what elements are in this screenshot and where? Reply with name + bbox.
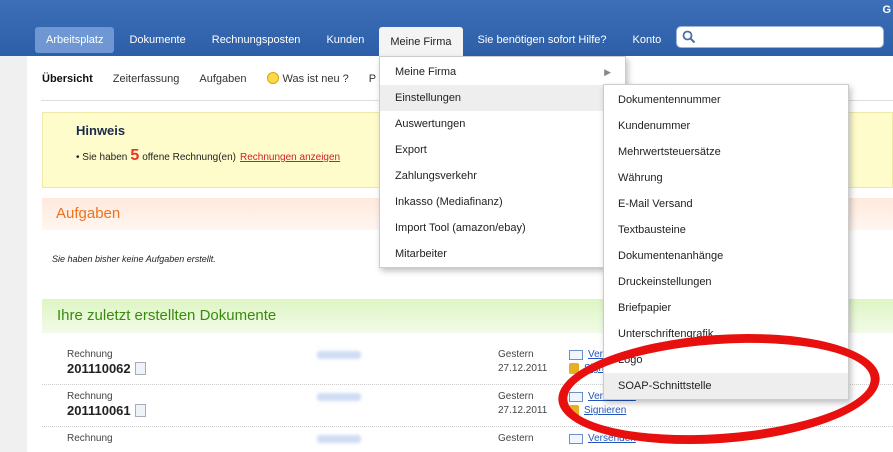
subnav-was-ist-neu-label: Was ist neu ?: [282, 73, 349, 85]
menu-item-auswertungen[interactable]: Auswertungen: [380, 111, 625, 137]
tasks-empty-text: Sie haben bisher keine Aufgaben erstellt…: [52, 254, 216, 264]
nav-arbeitsplatz[interactable]: Arbeitsplatz: [35, 27, 115, 53]
doc-number-text: 201110062: [67, 361, 131, 376]
menu-item-import-tool[interactable]: Import Tool (amazon/ebay): [380, 215, 625, 241]
documents-title: Ihre zuletzt erstellten Dokumente: [57, 307, 277, 324]
doc-number-text: 201110061: [67, 403, 131, 418]
subnav-aufgaben[interactable]: Aufgaben: [199, 73, 246, 85]
envelope-icon: [569, 349, 583, 360]
subnav-p[interactable]: P: [369, 73, 376, 85]
doc-date-relative: Gestern: [498, 433, 534, 444]
search-input[interactable]: [676, 26, 884, 48]
doc-type: Rechnung: [67, 433, 113, 444]
menu-item-textbausteine[interactable]: Textbausteine: [604, 217, 848, 243]
doc-number[interactable]: 201110061: [67, 403, 146, 418]
subnav-zeiterfassung[interactable]: Zeiterfassung: [113, 73, 180, 85]
hint-suffix: offene Rechnung(en): [142, 152, 237, 163]
menu-item-inkasso[interactable]: Inkasso (Mediafinanz): [380, 189, 625, 215]
open-invoices-count: 5: [130, 147, 140, 164]
doc-date-relative: Gestern: [498, 349, 534, 360]
sub-navigation: Übersicht Zeiterfassung Aufgaben Was ist…: [42, 72, 396, 85]
search-icon: [682, 30, 696, 44]
menu-item-waehrung[interactable]: Währung: [604, 165, 848, 191]
meine-firma-dropdown: Meine Firma ▶ Einstellungen Auswertungen …: [379, 56, 626, 268]
menu-item-email-versand[interactable]: E-Mail Versand: [604, 191, 848, 217]
subnav-uebersicht[interactable]: Übersicht: [42, 73, 93, 85]
corner-text: G: [882, 4, 891, 16]
nav-hilfe[interactable]: Sie benötigen sofort Hilfe?: [467, 27, 618, 53]
menu-item-briefpapier[interactable]: Briefpapier: [604, 295, 848, 321]
menu-item-druckeinstellungen[interactable]: Druckeinstellungen: [604, 269, 848, 295]
customer-name-blurred[interactable]: [317, 393, 361, 401]
menu-item-dokumentenanhaenge[interactable]: Dokumentenanhänge: [604, 243, 848, 269]
nav-konto[interactable]: Konto: [622, 27, 673, 53]
document-icon[interactable]: [134, 404, 146, 417]
menu-item-meine-firma-label: Meine Firma: [395, 66, 457, 78]
chevron-right-icon: ▶: [604, 67, 611, 77]
nav-meine-firma[interactable]: Meine Firma: [379, 27, 463, 57]
hint-title: Hinweis: [76, 123, 126, 138]
nav-kunden[interactable]: Kunden: [315, 27, 375, 53]
hint-text: • Sie haben 5 offene Rechnung(en) Rechnu…: [76, 147, 340, 165]
nav-dokumente[interactable]: Dokumente: [118, 27, 196, 53]
main-nav: Arbeitsplatz Dokumente Rechnungsposten K…: [35, 25, 676, 57]
doc-type: Rechnung: [67, 349, 113, 360]
hint-prefix: Sie haben: [82, 152, 128, 163]
doc-date: 27.12.2011: [498, 363, 548, 374]
subnav-was-ist-neu[interactable]: Was ist neu ?: [266, 72, 349, 85]
menu-item-export[interactable]: Export: [380, 137, 625, 163]
top-navigation-bar: G Arbeitsplatz Dokumente Rechnungsposten…: [0, 0, 893, 57]
menu-item-dokumentennummer[interactable]: Dokumentennummer: [604, 87, 848, 113]
menu-item-kundenummer[interactable]: Kundenummer: [604, 113, 848, 139]
customer-name-blurred[interactable]: [317, 435, 361, 443]
doc-date: 27.12.2011: [498, 405, 548, 416]
menu-item-meine-firma[interactable]: Meine Firma ▶: [380, 59, 625, 85]
lightbulb-icon: [266, 72, 279, 84]
tasks-title: Aufgaben: [56, 205, 121, 222]
menu-item-einstellungen[interactable]: Einstellungen: [380, 85, 625, 111]
document-icon[interactable]: [134, 362, 146, 375]
nav-rechnungsposten[interactable]: Rechnungsposten: [201, 27, 312, 53]
menu-item-mitarbeiter[interactable]: Mitarbeiter: [380, 241, 625, 267]
doc-number[interactable]: 201110062: [67, 361, 146, 376]
menu-item-zahlungsverkehr[interactable]: Zahlungsverkehr: [380, 163, 625, 189]
show-invoices-link[interactable]: Rechnungen anzeigen: [240, 152, 340, 163]
customer-name-blurred[interactable]: [317, 351, 361, 359]
envelope-icon: [569, 433, 583, 444]
doc-date-relative: Gestern: [498, 391, 534, 402]
menu-item-mehrwertsteuersaetze[interactable]: Mehrwertsteuersätze: [604, 139, 848, 165]
doc-type: Rechnung: [67, 391, 113, 402]
